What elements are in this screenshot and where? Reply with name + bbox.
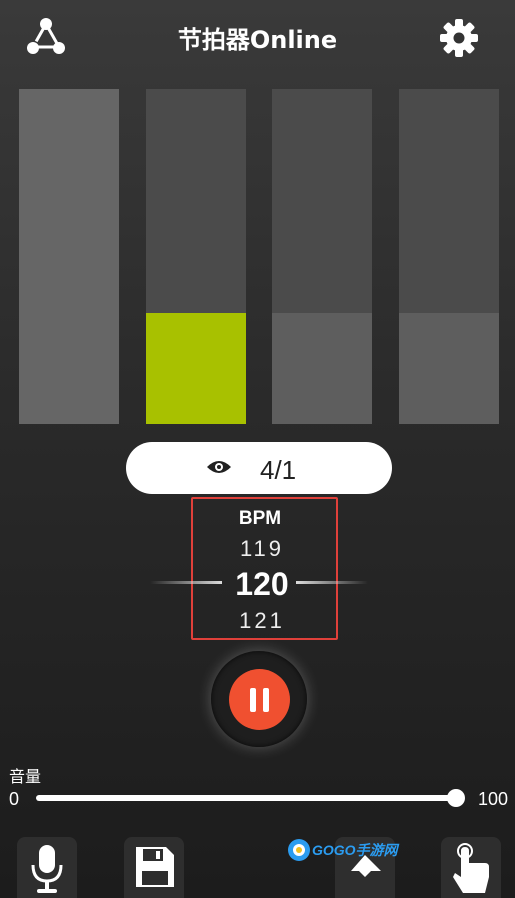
beat-3-fill (272, 313, 372, 424)
gear-icon (440, 19, 478, 57)
tap-icon (453, 843, 489, 893)
time-signature-button[interactable] (126, 442, 392, 494)
save-button[interactable] (124, 837, 184, 898)
volume-min-label: 0 (9, 789, 20, 809)
volume-slider-track[interactable] (36, 795, 456, 801)
beat-4-fill (399, 313, 499, 424)
volume-max-label: 100 (478, 789, 509, 809)
beat-2-fill (146, 313, 246, 424)
eye-icon (207, 461, 231, 473)
time-signature-value: 4/1 (260, 455, 297, 485)
beat-indicators (19, 89, 499, 424)
watermark-text: GOGO手游网 (312, 842, 398, 858)
beat-2[interactable] (146, 89, 246, 424)
pause-icon-bar (263, 688, 269, 712)
beat-1[interactable] (19, 89, 119, 424)
volume-label: 音量 (9, 767, 42, 786)
bpm-next-value[interactable]: 121 (191, 608, 333, 634)
volume-slider-thumb[interactable] (447, 789, 465, 807)
bpm-current-value[interactable]: 120 (191, 566, 333, 603)
app-header: 节拍器Online (0, 0, 515, 76)
beat-3[interactable] (272, 89, 372, 424)
settings-button[interactable] (436, 15, 482, 61)
pause-icon (250, 688, 256, 712)
play-pause-core[interactable] (229, 669, 290, 730)
save-icon (136, 847, 174, 887)
bpm-label: BPM (238, 508, 282, 529)
tap-tempo-button[interactable] (441, 837, 501, 898)
beat-4[interactable] (399, 89, 499, 424)
microphone-icon (31, 845, 63, 893)
microphone-button[interactable] (17, 837, 77, 898)
beat-1-fill (19, 89, 119, 424)
bpm-previous-value[interactable]: 119 (191, 536, 333, 562)
